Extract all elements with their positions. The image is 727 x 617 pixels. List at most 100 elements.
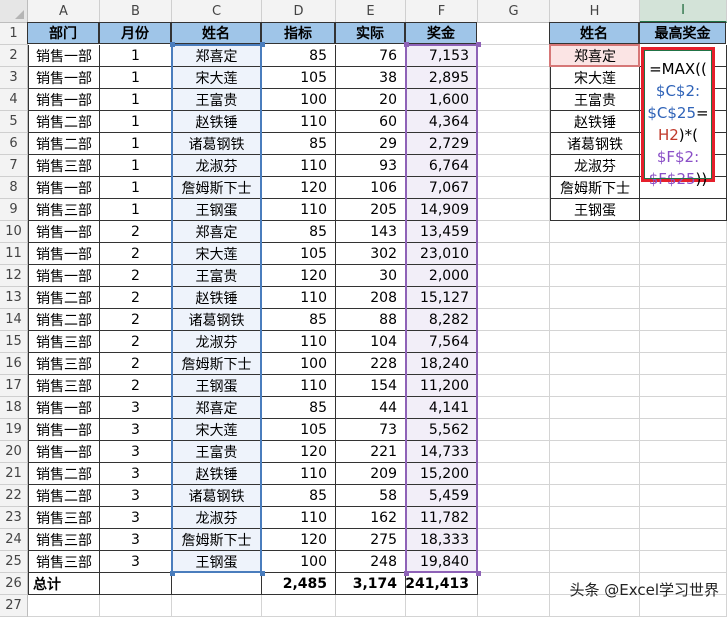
table-cell[interactable]: 143	[336, 221, 406, 243]
row-header-26[interactable]: 26	[0, 573, 28, 595]
table-cell[interactable]: 18,333	[406, 529, 478, 551]
grid-cell[interactable]	[550, 243, 640, 265]
total-actual[interactable]: 3,174	[336, 573, 406, 595]
table-cell[interactable]: 1	[100, 199, 172, 221]
side-name-cell[interactable]: 宋大莲	[550, 67, 640, 89]
table-cell[interactable]: 郑喜定	[172, 397, 262, 419]
total-label[interactable]: 总计	[28, 573, 100, 595]
row-header-2[interactable]: 2	[0, 45, 28, 67]
grid-cell[interactable]	[550, 551, 640, 573]
table-cell[interactable]: 销售二部	[28, 111, 100, 133]
table-cell[interactable]: 93	[336, 155, 406, 177]
table-cell[interactable]: 73	[336, 419, 406, 441]
table-cell[interactable]: 2,895	[406, 67, 478, 89]
formula-edit-cell[interactable]: =MAX(( $C$2: $C$25= H2)*( $F$2: $F$25))	[641, 47, 715, 188]
grid-cell[interactable]	[640, 397, 727, 419]
table-cell[interactable]: 20	[336, 89, 406, 111]
table-cell[interactable]: 275	[336, 529, 406, 551]
table-cell[interactable]: 宋大莲	[172, 419, 262, 441]
table-cell[interactable]: 58	[336, 485, 406, 507]
table-cell[interactable]: 2	[100, 331, 172, 353]
table-header-cell[interactable]: 指标	[261, 22, 335, 44]
table-cell[interactable]: 120	[262, 177, 336, 199]
table-cell[interactable]: 105	[262, 67, 336, 89]
table-cell[interactable]: 100	[262, 89, 336, 111]
grid-cell[interactable]	[640, 287, 727, 309]
grid-cell[interactable]	[336, 595, 406, 617]
table-cell[interactable]	[100, 573, 172, 595]
grid-cell[interactable]	[550, 529, 640, 551]
table-cell[interactable]: 销售三部	[28, 199, 100, 221]
row-header-27[interactable]: 27	[0, 595, 28, 617]
grid-cell[interactable]	[550, 397, 640, 419]
grid-cell[interactable]	[550, 485, 640, 507]
table-cell[interactable]: 105	[262, 419, 336, 441]
grid-cell[interactable]	[640, 529, 727, 551]
table-cell[interactable]: 209	[336, 463, 406, 485]
table-cell[interactable]: 1	[100, 89, 172, 111]
grid-cell[interactable]	[640, 441, 727, 463]
grid-cell[interactable]	[478, 485, 550, 507]
grid-cell[interactable]	[478, 221, 550, 243]
table-cell[interactable]: 销售三部	[28, 331, 100, 353]
grid-cell[interactable]	[550, 353, 640, 375]
table-cell[interactable]: 4,141	[406, 397, 478, 419]
table-cell[interactable]: 100	[262, 551, 336, 573]
row-header-15[interactable]: 15	[0, 331, 28, 353]
grid-cell[interactable]	[550, 265, 640, 287]
table-cell[interactable]: 110	[262, 287, 336, 309]
grid-cell[interactable]	[550, 375, 640, 397]
range-handle-f[interactable]	[404, 571, 409, 576]
grid-cell[interactable]	[640, 485, 727, 507]
total-target[interactable]: 2,485	[262, 573, 336, 595]
grid-cell[interactable]	[640, 265, 727, 287]
grid-cell[interactable]	[478, 331, 550, 353]
table-cell[interactable]: 3	[100, 441, 172, 463]
table-cell[interactable]: 赵铁锤	[172, 463, 262, 485]
column-header-e[interactable]: E	[336, 0, 406, 23]
table-cell[interactable]: 3	[100, 419, 172, 441]
table-cell[interactable]: 5,459	[406, 485, 478, 507]
table-cell[interactable]: 销售一部	[28, 221, 100, 243]
table-cell[interactable]: 销售一部	[28, 419, 100, 441]
table-cell[interactable]: 1	[100, 133, 172, 155]
side-name-cell[interactable]: 王富贵	[550, 89, 640, 111]
grid-cell[interactable]	[550, 331, 640, 353]
table-cell[interactable]: 221	[336, 441, 406, 463]
grid-cell[interactable]	[640, 507, 727, 529]
grid-cell[interactable]	[550, 287, 640, 309]
table-cell[interactable]: 7,564	[406, 331, 478, 353]
table-cell[interactable]: 销售一部	[28, 67, 100, 89]
grid-cell[interactable]	[478, 177, 550, 199]
table-cell[interactable]: 销售一部	[28, 45, 100, 67]
table-cell[interactable]: 15,200	[406, 463, 478, 485]
side-header-max-bonus[interactable]: 最高奖金	[639, 22, 726, 44]
table-cell[interactable]: 29	[336, 133, 406, 155]
table-cell[interactable]: 销售一部	[28, 265, 100, 287]
table-cell[interactable]: 23,010	[406, 243, 478, 265]
grid-cell[interactable]	[478, 287, 550, 309]
table-cell[interactable]: 5,562	[406, 419, 478, 441]
table-cell[interactable]: 85	[262, 309, 336, 331]
row-header-16[interactable]: 16	[0, 353, 28, 375]
grid-cell[interactable]	[640, 419, 727, 441]
table-cell[interactable]: 106	[336, 177, 406, 199]
table-cell[interactable]: 王富贵	[172, 265, 262, 287]
table-cell[interactable]: 154	[336, 375, 406, 397]
row-header-18[interactable]: 18	[0, 397, 28, 419]
table-cell[interactable]: 85	[262, 45, 336, 67]
table-cell[interactable]: 4,364	[406, 111, 478, 133]
grid-cell[interactable]	[640, 243, 727, 265]
table-cell[interactable]: 3	[100, 551, 172, 573]
table-cell[interactable]: 11,200	[406, 375, 478, 397]
grid-cell[interactable]	[640, 375, 727, 397]
row-header-12[interactable]: 12	[0, 265, 28, 287]
grid-cell[interactable]	[550, 507, 640, 529]
row-header-14[interactable]: 14	[0, 309, 28, 331]
table-cell[interactable]: 208	[336, 287, 406, 309]
spreadsheet-grid[interactable]: A B C D E F G H I 1 2 3 4 5 6 7 8 9 10 11 12 13 14 15 16 17 18 19 20…	[0, 0, 727, 617]
table-cell[interactable]: 销售三部	[28, 551, 100, 573]
table-cell[interactable]: 8,282	[406, 309, 478, 331]
table-cell[interactable]: 13,459	[406, 221, 478, 243]
table-cell[interactable]: 王富贵	[172, 441, 262, 463]
